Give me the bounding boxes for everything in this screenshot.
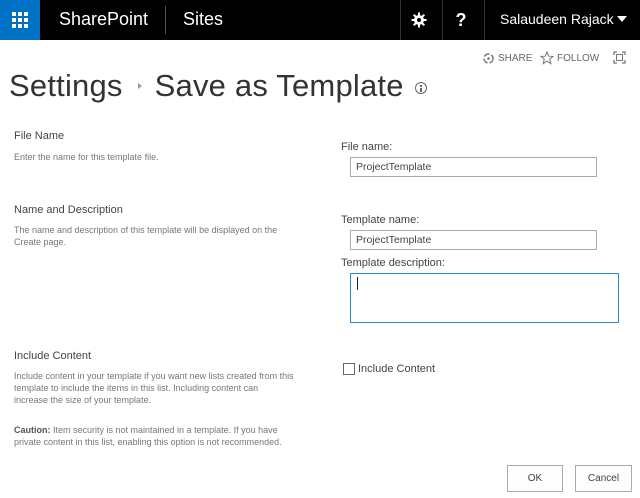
cancel-button[interactable]: Cancel — [575, 465, 632, 492]
follow-button[interactable]: FOLLOW — [540, 50, 599, 66]
brand-link[interactable]: SharePoint — [59, 9, 148, 30]
chevron-down-icon[interactable] — [617, 16, 627, 22]
template-description-input[interactable] — [350, 273, 619, 323]
breadcrumb-settings[interactable]: Settings — [9, 68, 123, 104]
user-menu[interactable]: Salaudeen Rajack — [500, 11, 614, 27]
page-title-current: Save as Template — [154, 68, 404, 103]
section-description-file-name: Enter the name for this template file. — [14, 152, 159, 162]
caution-label: Caution: — [14, 425, 51, 435]
divider — [165, 6, 166, 34]
section-title-name-description: Name and Description — [14, 204, 123, 216]
settings-button[interactable] — [401, 0, 437, 40]
divider — [484, 0, 485, 40]
share-button[interactable]: SHARE — [482, 50, 532, 66]
include-content-option[interactable]: Include Content — [343, 363, 435, 375]
info-icon[interactable] — [414, 82, 427, 94]
section-description-include-content: Include content in your template if you … — [14, 371, 294, 405]
caution-text: Item security is not maintained in a tem… — [14, 425, 282, 447]
file-name-input[interactable] — [350, 157, 597, 177]
suite-bar: SharePoint Sites ? Salaudeen Rajack — [0, 0, 640, 40]
section-title-include-content: Include Content — [14, 350, 92, 362]
template-name-input[interactable] — [350, 230, 597, 250]
section-title-file-name: File Name — [14, 130, 65, 142]
template-description-label: Template description: — [341, 257, 445, 269]
include-content-checkbox[interactable] — [343, 363, 355, 375]
page-title: Settings Save as Template — [9, 66, 427, 106]
share-icon — [483, 52, 494, 64]
breadcrumb-separator-icon — [137, 83, 142, 89]
template-name-label: Template name: — [341, 214, 420, 226]
help-button[interactable]: ? — [443, 0, 479, 40]
caution-note: Caution: Item security is not maintained… — [14, 424, 294, 448]
text-cursor — [357, 277, 358, 290]
file-name-label: File name: — [341, 141, 393, 153]
waffle-icon — [12, 12, 28, 28]
include-content-label: Include Content — [358, 363, 436, 375]
focus-on-content-button[interactable] — [613, 51, 626, 69]
fullscreen-icon — [613, 51, 626, 64]
sites-link[interactable]: Sites — [183, 9, 223, 30]
section-description-name-description: The name and description of this templat… — [14, 225, 278, 247]
star-icon — [540, 51, 554, 65]
ok-button[interactable]: OK — [507, 465, 563, 492]
follow-label: FOLLOW — [557, 52, 600, 64]
share-label: SHARE — [498, 52, 533, 64]
gear-icon — [411, 12, 427, 28]
app-launcher-button[interactable] — [0, 0, 40, 40]
